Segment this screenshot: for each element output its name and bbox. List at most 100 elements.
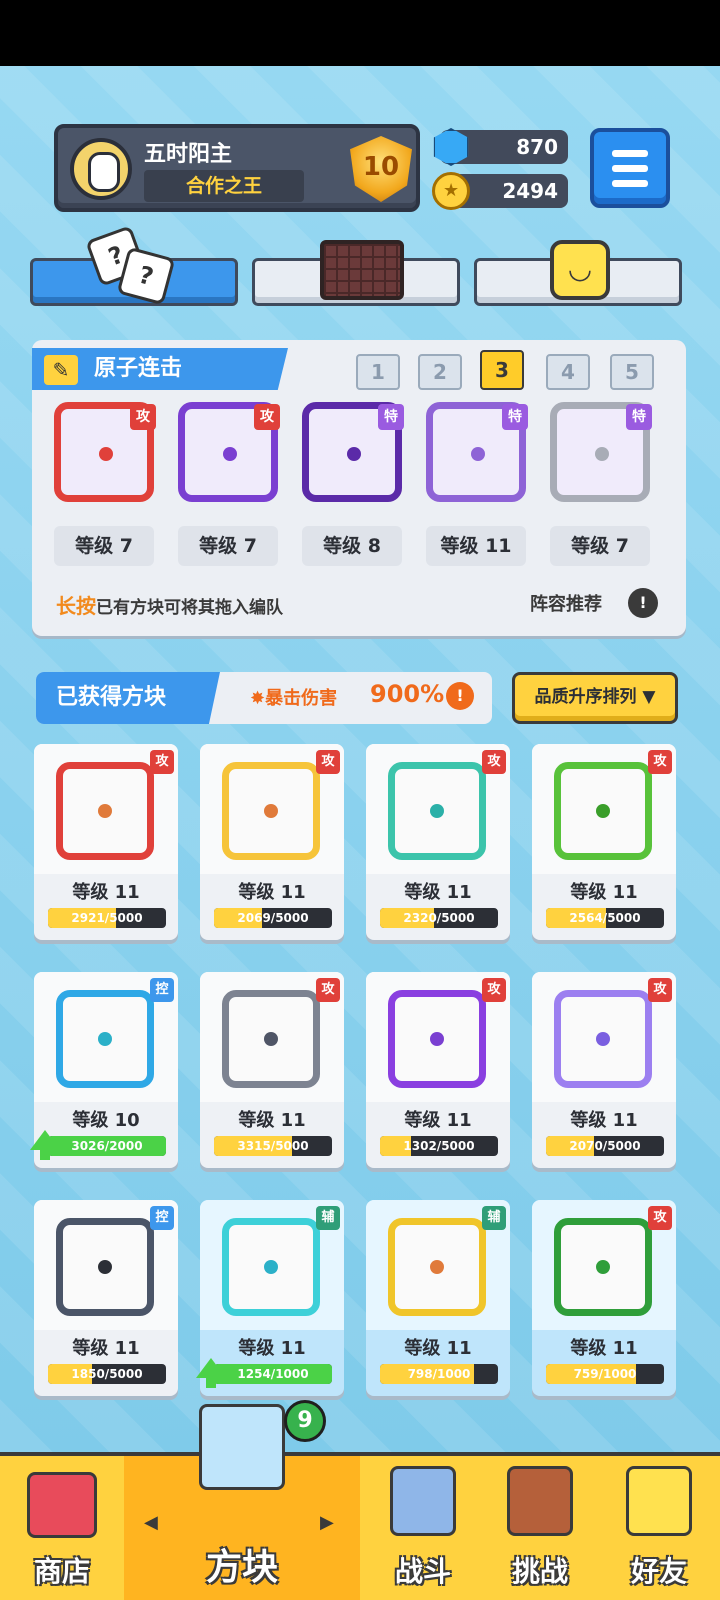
crit-value: 900% — [370, 680, 445, 708]
sort-button[interactable]: 品质升序排列 ▼ — [512, 672, 678, 724]
obtained-title: 已获得方块 — [36, 672, 220, 724]
block-type-tag: 攻 — [254, 404, 280, 430]
block-icon — [388, 762, 486, 860]
block-level: 等级 11 — [404, 1338, 472, 1359]
block-card[interactable]: 辅等级 11 798/1000 — [366, 1200, 510, 1396]
block-progress-bar: 2921/5000 — [48, 908, 166, 928]
block-icon — [388, 990, 486, 1088]
coin-icon — [432, 172, 470, 210]
block-progress-text: 1850/5000 — [71, 1367, 143, 1381]
block-core-icon — [264, 804, 278, 818]
player-title: 合作之王 — [144, 170, 304, 202]
block-type-tag: 控 — [150, 978, 174, 1002]
shop-icon — [27, 1472, 97, 1538]
block-type-tag: 攻 — [648, 1206, 672, 1230]
coin-counter: 2494 — [432, 172, 568, 210]
block-type-tag: 攻 — [482, 978, 506, 1002]
block-core-icon — [264, 1032, 278, 1046]
nav-friends-label: 好友 — [630, 1555, 687, 1588]
status-bar — [0, 0, 720, 66]
block-card[interactable]: 攻等级 11 2921/5000 — [34, 744, 178, 940]
block-progress-text: 3315/5000 — [237, 1139, 309, 1153]
deck-slot-level: 等级 7 — [54, 526, 154, 566]
block-core-icon — [596, 804, 610, 818]
deck-tab-5[interactable]: 5 — [610, 354, 654, 390]
block-core-icon — [596, 1032, 610, 1046]
block-card[interactable]: 攻等级 11 2320/5000 — [366, 744, 510, 940]
block-progress-bar: 3026/2000 — [48, 1136, 166, 1156]
board-grid-icon — [320, 240, 404, 300]
nav-battle[interactable]: 战斗 — [364, 1456, 482, 1600]
block-card[interactable]: 辅等级 11 1254/1000 — [196, 1200, 344, 1396]
block-card[interactable]: 攻等级 11 1302/5000 — [366, 972, 510, 1168]
deck-tab-1[interactable]: 1 — [356, 354, 400, 390]
block-progress-text: 798/1000 — [407, 1367, 471, 1381]
block-type-tag: 攻 — [482, 750, 506, 774]
deck-tab-4[interactable]: 4 — [546, 354, 590, 390]
nav-challenge-label: 挑战 — [511, 1555, 568, 1588]
pencil-icon[interactable]: ✎ — [44, 355, 78, 385]
block-core-icon — [98, 1260, 112, 1274]
block-level: 等级 11 — [72, 882, 140, 903]
deck-tab-2[interactable]: 2 — [418, 354, 462, 390]
block-progress-bar: 798/1000 — [380, 1364, 498, 1384]
block-core-icon — [223, 447, 237, 461]
nav-blocks-label: 方块 — [205, 1547, 278, 1588]
block-level: 等级 11 — [570, 1338, 638, 1359]
block-type-tag: 攻 — [648, 978, 672, 1002]
block-card[interactable]: 控等级 10 3026/2000 — [30, 972, 178, 1168]
block-card[interactable]: 攻等级 11 2564/5000 — [532, 744, 676, 940]
block-card[interactable]: 攻等级 11 759/1000 — [532, 1200, 676, 1396]
block-type-tag: 辅 — [316, 1206, 340, 1230]
nav-left-arrow[interactable]: ◀ — [144, 1512, 158, 1533]
block-core-icon — [430, 804, 444, 818]
block-progress-bar: 759/1000 — [546, 1364, 664, 1384]
block-progress-bar: 2320/5000 — [380, 908, 498, 928]
block-progress-text: 1302/5000 — [403, 1139, 475, 1153]
block-card[interactable]: 攻等级 11 3315/5000 — [200, 972, 344, 1168]
block-progress-bar: 2070/5000 — [546, 1136, 664, 1156]
avatar[interactable] — [70, 138, 132, 200]
block-level: 等级 11 — [570, 882, 638, 903]
block-cube-icon — [199, 1404, 285, 1490]
block-icon — [554, 990, 652, 1088]
block-type-tag: 攻 — [316, 750, 340, 774]
block-core-icon — [595, 447, 609, 461]
deck-tab-3[interactable]: 3 — [480, 350, 524, 390]
block-progress-text: 1254/1000 — [237, 1367, 309, 1381]
block-type-tag: 攻 — [648, 750, 672, 774]
lineup-recommend-link[interactable]: 阵容推荐 — [530, 590, 602, 616]
deck-slot-level: 等级 7 — [550, 526, 650, 566]
block-icon — [222, 1218, 320, 1316]
block-icon — [554, 762, 652, 860]
block-progress-bar: 2069/5000 — [214, 908, 332, 928]
challenge-icon — [507, 1466, 573, 1536]
menu-icon — [612, 150, 648, 157]
block-card[interactable]: 攻等级 11 2069/5000 — [200, 744, 344, 940]
block-core-icon — [471, 447, 485, 461]
block-icon — [222, 762, 320, 860]
block-type-tag: 攻 — [316, 978, 340, 1002]
nav-shop[interactable]: 商店 — [0, 1456, 124, 1600]
nav-friends[interactable]: 好友 — [598, 1456, 720, 1600]
crit-label: ✸暴击伤害 — [250, 688, 338, 709]
block-level: 等级 11 — [238, 882, 306, 903]
block-core-icon — [430, 1032, 444, 1046]
info-icon[interactable]: ! — [628, 588, 658, 618]
rank-badge: 10 — [350, 136, 412, 202]
block-core-icon — [430, 1260, 444, 1274]
profile-card[interactable]: 五时阳主 合作之王 10 — [54, 124, 420, 212]
block-icon — [56, 762, 154, 860]
block-card[interactable]: 控等级 11 1850/5000 — [34, 1200, 178, 1396]
block-card[interactable]: 攻等级 11 2070/5000 — [532, 972, 676, 1168]
block-progress-bar: 1302/5000 — [380, 1136, 498, 1156]
block-type-tag: 特 — [378, 404, 404, 430]
crit-info-icon[interactable]: ! — [446, 682, 474, 710]
block-progress-bar: 3315/5000 — [214, 1136, 332, 1156]
deck-slot-level: 等级 7 — [178, 526, 278, 566]
block-type-tag: 辅 — [482, 1206, 506, 1230]
drag-hint: 长按已有方块可将其拖入编队 — [56, 590, 283, 619]
menu-button[interactable] — [590, 128, 670, 208]
nav-right-arrow[interactable]: ▶ — [320, 1512, 334, 1533]
nav-challenge[interactable]: 挑战 — [482, 1456, 598, 1600]
